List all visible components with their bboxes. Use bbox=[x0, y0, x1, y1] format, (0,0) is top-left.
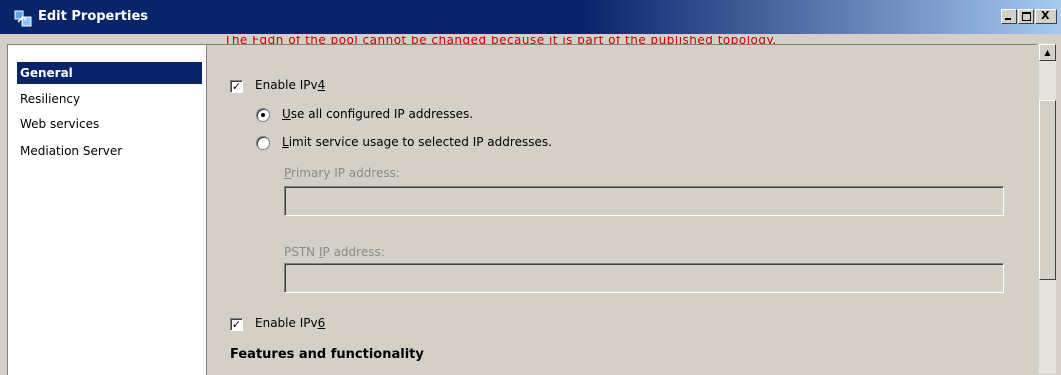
minimize-button[interactable] bbox=[1001, 9, 1017, 24]
nav-item-general[interactable]: General bbox=[17, 62, 202, 84]
pstn-ip-label-text: P address: bbox=[322, 245, 385, 259]
pstn-ip-label: PSTN IP address: bbox=[284, 245, 385, 259]
close-icon: X bbox=[1041, 9, 1050, 22]
pstn-ip-label-pre: PSTN bbox=[284, 245, 319, 259]
limit-ips-accel: L bbox=[282, 135, 289, 149]
primary-ip-accel: P bbox=[284, 166, 292, 180]
enable-ipv6-label-text: Enable IPv bbox=[255, 316, 318, 330]
features-heading: Features and functionality bbox=[230, 347, 424, 362]
vertical-scrollbar[interactable]: ▲ bbox=[1039, 44, 1056, 374]
enable-ipv4-accel: 4 bbox=[317, 78, 326, 92]
check-icon: ✓ bbox=[231, 80, 242, 93]
scroll-thumb[interactable] bbox=[1039, 100, 1056, 280]
nav-list: General Resiliency Web services Mediatio… bbox=[7, 44, 206, 375]
use-all-ips-label-text: se all configured IP addresses. bbox=[290, 107, 474, 121]
enable-ipv6-checkbox[interactable]: ✓ bbox=[230, 318, 243, 331]
warning-text: The Fqdn of the pool cannot be changed b… bbox=[224, 36, 777, 44]
pstn-ip-field[interactable] bbox=[284, 263, 1004, 293]
primary-ip-field[interactable] bbox=[284, 186, 1004, 216]
app-icon bbox=[14, 10, 32, 27]
radio-selected-dot bbox=[261, 113, 265, 117]
restore-icon bbox=[1022, 12, 1031, 21]
arrow-up-icon: ▲ bbox=[1044, 48, 1051, 57]
enable-ipv6-accel: 6 bbox=[317, 316, 326, 330]
limit-ips-radio[interactable] bbox=[256, 136, 270, 150]
nav-item-mediation-server[interactable]: Mediation Server bbox=[20, 140, 122, 162]
minimize-icon bbox=[1005, 18, 1011, 20]
nav-item-web-services[interactable]: Web services bbox=[20, 113, 99, 135]
window-title: Edit Properties bbox=[38, 9, 149, 24]
limit-ips-label-text: imit service usage to selected IP addres… bbox=[288, 135, 552, 149]
check-icon: ✓ bbox=[231, 318, 242, 331]
title-bar[interactable]: Edit Properties X bbox=[0, 0, 1061, 34]
enable-ipv6-label[interactable]: Enable IPv6 bbox=[255, 316, 325, 330]
enable-ipv4-label-text: Enable IPv bbox=[255, 78, 318, 92]
use-all-ips-radio[interactable] bbox=[256, 108, 270, 122]
restore-button[interactable] bbox=[1018, 9, 1034, 24]
scroll-up-button[interactable]: ▲ bbox=[1039, 44, 1056, 61]
nav-item-resiliency[interactable]: Resiliency bbox=[20, 88, 80, 110]
primary-ip-label: Primary IP address: bbox=[284, 166, 400, 180]
use-all-ips-label[interactable]: Use all configured IP addresses. bbox=[282, 107, 473, 121]
primary-ip-label-text: rimary IP address: bbox=[291, 166, 400, 180]
enable-ipv4-checkbox[interactable]: ✓ bbox=[230, 80, 243, 93]
limit-ips-label[interactable]: Limit service usage to selected IP addre… bbox=[282, 135, 552, 149]
enable-ipv4-label[interactable]: Enable IPv4 bbox=[255, 78, 325, 92]
use-all-ips-accel: U bbox=[282, 107, 291, 121]
close-button[interactable]: X bbox=[1035, 9, 1057, 24]
